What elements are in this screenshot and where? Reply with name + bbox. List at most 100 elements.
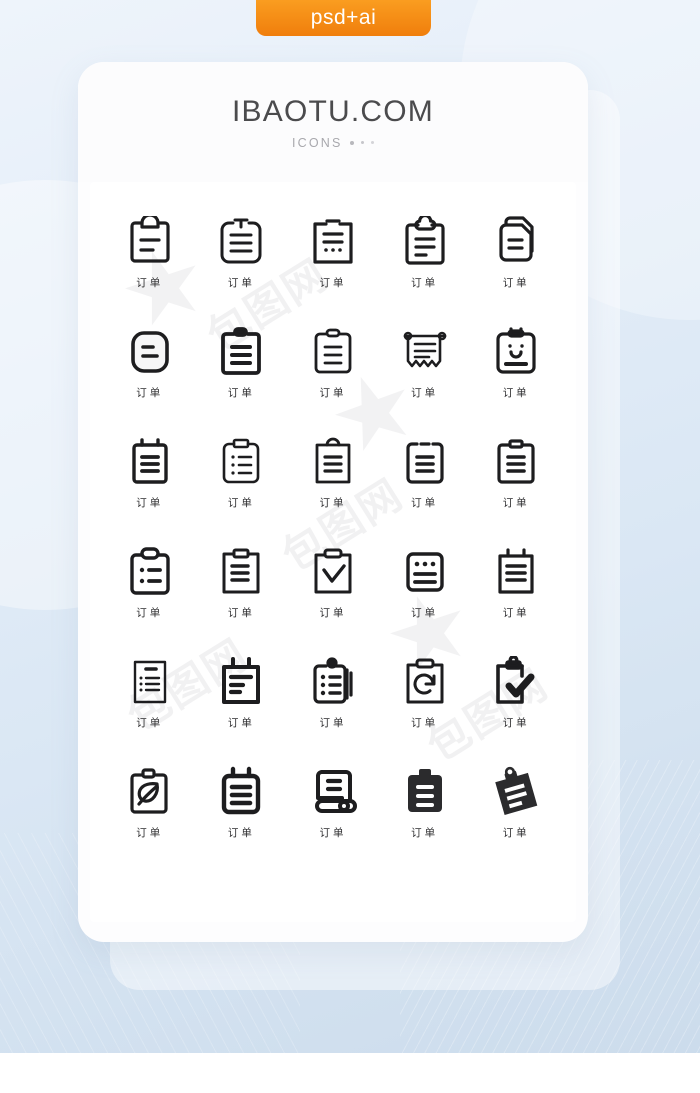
clipboard-round-clip-lines-icon	[311, 430, 355, 492]
icon-label: 订单	[227, 717, 255, 729]
icon-label: 订单	[502, 607, 530, 619]
icon-label: 订单	[136, 827, 164, 839]
icon-cell-note-rounded-single-line[interactable]: 订单	[104, 320, 196, 430]
icon-cell-notepad-filled-rings[interactable]: 订单	[196, 760, 288, 870]
icon-cell-clipboard-bold-three-lines[interactable]: 订单	[196, 320, 288, 430]
icon-cell-scroll-document-lines[interactable]: 订单	[287, 760, 379, 870]
icon-cell-clipboard-cloud-clip-lines[interactable]: 订单	[379, 210, 471, 320]
notepad-two-rings-lines-icon	[494, 540, 538, 602]
icon-label: 订单	[502, 387, 530, 399]
icon-cell-clipboard-three-dots-lines[interactable]: 订单	[379, 540, 471, 650]
icon-cell-clipboard-checklist-dots[interactable]: 订单	[196, 430, 288, 540]
scroll-document-lines-icon	[309, 760, 357, 822]
subtitle-row: ICONS	[291, 135, 375, 150]
icon-label: 订单	[136, 607, 164, 619]
icon-label: 订单	[319, 827, 347, 839]
icon-label: 订单	[411, 607, 439, 619]
card-header: IBAOTU.COM ICONS	[78, 62, 588, 182]
clipboard-leaf-icon	[127, 760, 173, 822]
icon-label: 订单	[227, 497, 255, 509]
icon-cell-receipt-zigzag-lines[interactable]: 订单	[379, 320, 471, 430]
format-badge: psd+ai	[256, 0, 431, 36]
icon-label: 订单	[227, 827, 255, 839]
icon-grid: 订单 订单 订单 订单 订单 订单 订单 订单 订单 订单 订单 订单 订单 订…	[90, 182, 576, 922]
receipt-zigzag-lines-icon	[401, 320, 449, 382]
clipboard-bold-three-lines-icon	[218, 320, 264, 382]
icon-cell-clipboard-square-clip-lines[interactable]: 订单	[470, 430, 562, 540]
icon-label: 订单	[411, 827, 439, 839]
clipboard-three-dots-lines-icon	[403, 540, 447, 602]
icon-label: 订单	[136, 277, 164, 289]
icon-cell-clipboard-tilted-solid[interactable]: 订单	[470, 760, 562, 870]
icon-label: 订单	[319, 277, 347, 289]
icon-cell-clipboard-pill-clip-list[interactable]: 订单	[104, 540, 196, 650]
icon-cell-clipboard-dashed-top-lines[interactable]: 订单	[379, 430, 471, 540]
icon-cell-document-stack-lines[interactable]: 订单	[470, 210, 562, 320]
icon-label: 订单	[411, 277, 439, 289]
icon-label: 订单	[411, 497, 439, 509]
icon-label: 订单	[227, 387, 255, 399]
icon-cell-notepad-rings-lines[interactable]: 订单	[104, 430, 196, 540]
icon-label: 订单	[502, 497, 530, 509]
icon-label: 订单	[227, 277, 255, 289]
icon-label: 订单	[319, 387, 347, 399]
icon-cell-notepad-bold-rings-lines[interactable]: 订单	[196, 650, 288, 760]
clipboard-cloud-clip-lines-icon	[402, 210, 448, 272]
clipboard-pin-checklist-icon	[309, 650, 357, 712]
clipboard-bold-check-icon	[492, 650, 540, 712]
subtitle-dot-2	[360, 140, 365, 145]
format-badge-label: psd+ai	[310, 6, 377, 29]
notepad-filled-rings-icon	[218, 760, 264, 822]
icon-cell-clipboard-round-clip-lines[interactable]: 订单	[287, 430, 379, 540]
icon-label: 订单	[136, 497, 164, 509]
icon-cell-clipboard-lines-dots[interactable]: 订单	[287, 210, 379, 320]
clipboard-rounded-lines-icon	[218, 210, 264, 272]
icon-set-card: IBAOTU.COM ICONS ★ 包图网 ★ 包图网 ★ 包图网 包图网 订…	[78, 62, 588, 942]
icon-cell-clipboard-two-lines[interactable]: 订单	[104, 210, 196, 320]
icon-cell-notepad-two-rings-lines[interactable]: 订单	[470, 540, 562, 650]
icon-cell-clipboard-refresh-arrow[interactable]: 订单	[379, 650, 471, 760]
icon-label: 订单	[502, 827, 530, 839]
clipboard-dashed-top-lines-icon	[403, 430, 447, 492]
icon-label: 订单	[227, 607, 255, 619]
icon-label: 订单	[136, 717, 164, 729]
page-title: IBAOTU.COM	[231, 94, 434, 128]
subtitle-dot-3	[371, 141, 375, 144]
clipboard-checklist-dots-icon	[219, 430, 263, 492]
notepad-bold-rings-lines-icon	[218, 650, 264, 712]
icon-label: 订单	[502, 717, 530, 729]
notepad-rings-lines-icon	[128, 430, 172, 492]
icon-cell-clipboard-solid-lines[interactable]: 订单	[379, 760, 471, 870]
icon-cell-clipboard-pin-checklist[interactable]: 订单	[287, 650, 379, 760]
clipboard-square-clip-lines-icon	[494, 430, 538, 492]
icon-label: 订单	[136, 387, 164, 399]
icon-cell-clipboard-thin-three-lines[interactable]: 订单	[287, 320, 379, 430]
clipboard-lines-dots-icon	[310, 210, 356, 272]
clipboard-refresh-arrow-icon	[403, 650, 447, 712]
icon-panel: ★ 包图网 ★ 包图网 ★ 包图网 包图网 订单 订单 订单 订单 订单 订单 …	[90, 182, 576, 922]
icon-label: 订单	[319, 607, 347, 619]
icon-cell-clipboard-rounded-lines[interactable]: 订单	[196, 210, 288, 320]
icon-cell-clipboard-tab-three-lines[interactable]: 订单	[196, 540, 288, 650]
note-rounded-single-line-icon	[128, 320, 172, 382]
clipboard-tilted-solid-icon	[491, 760, 541, 822]
icon-cell-document-bullet-list[interactable]: 订单	[104, 650, 196, 760]
icon-label: 订单	[319, 497, 347, 509]
icon-cell-clipboard-bold-check[interactable]: 订单	[470, 650, 562, 760]
clipboard-thin-three-lines-icon	[311, 320, 355, 382]
icon-label: 订单	[319, 717, 347, 729]
clipboard-pill-clip-list-icon	[127, 540, 173, 602]
icon-cell-clipboard-checkmark[interactable]: 订单	[287, 540, 379, 650]
document-stack-lines-icon	[492, 210, 540, 272]
icon-label: 订单	[411, 387, 439, 399]
clipboard-tab-three-lines-icon	[219, 540, 263, 602]
icon-cell-clipboard-smiley-face[interactable]: 订单	[470, 320, 562, 430]
clipboard-smiley-face-icon	[493, 320, 539, 382]
clipboard-solid-lines-icon	[403, 760, 447, 822]
icon-cell-clipboard-leaf[interactable]: 订单	[104, 760, 196, 870]
document-bullet-list-icon	[128, 650, 172, 712]
icon-label: 订单	[502, 277, 530, 289]
clipboard-two-lines-icon	[126, 210, 174, 272]
subtitle-dot-1	[349, 140, 354, 145]
page-subtitle: ICONS	[291, 135, 343, 150]
